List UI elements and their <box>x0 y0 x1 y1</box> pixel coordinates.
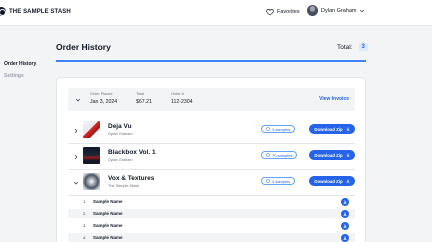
title-underline <box>56 60 366 62</box>
order-number-value: 112-2304 <box>171 99 193 105</box>
samples-count: 4 samples <box>272 178 291 184</box>
sample-wave-icon <box>266 127 270 131</box>
pack-cover-blackbox <box>83 147 100 164</box>
sample-row[interactable]: 3. Sample Name <box>68 221 355 230</box>
pack-cover-vox-textures <box>83 173 100 190</box>
order-total-value: $67.21 <box>136 99 152 105</box>
brand-name: THE SAMPLE STASH <box>9 8 71 15</box>
total-count-badge: 3 <box>358 43 368 51</box>
pack-name: Deja Vu <box>108 123 132 130</box>
sample-name: Sample Name <box>93 235 123 240</box>
row-divider <box>68 169 355 170</box>
chevron-right-icon[interactable] <box>73 128 79 134</box>
samples-count: 3 samples <box>272 126 291 132</box>
pack-cover-deja-vu <box>83 121 100 138</box>
sidebar-item-settings[interactable]: Settings <box>4 73 24 79</box>
avatar <box>307 5 318 16</box>
pack-artist: Dylan Graham <box>108 158 133 162</box>
download-zip-label: Download Zip <box>314 152 343 158</box>
view-invoice-link[interactable]: View Invoice <box>319 96 349 102</box>
brand[interactable]: THE SAMPLE STASH <box>0 7 71 16</box>
sample-row[interactable]: 1. Sample Name <box>68 197 355 206</box>
sample-wave-icon <box>266 153 270 157</box>
samples-count-badge[interactable]: 70 samples <box>261 151 298 159</box>
pack-row[interactable]: Deja Vu Dylan Graham 3 samples Download … <box>68 120 355 142</box>
download-zip-button[interactable]: Download Zip <box>309 176 355 186</box>
download-icon <box>343 223 347 228</box>
favorites-label: Favorites <box>277 9 300 15</box>
order-header[interactable]: Order Placed Jan 3, 2024 Total $67.21 Or… <box>68 88 355 111</box>
sample-name: Sample Name <box>93 199 123 204</box>
pack-name: Blackbox Vol. 1 <box>108 149 156 156</box>
order-placed-value: Jan 3, 2024 <box>90 99 118 105</box>
order-number: Order # 112-2304 <box>171 92 193 105</box>
samples-count-badge[interactable]: 3 samples <box>261 125 296 133</box>
user-name: Dylan Graham <box>321 7 357 14</box>
logo-icon <box>0 7 6 16</box>
download-icon <box>343 199 347 204</box>
row-divider <box>68 143 355 144</box>
sample-wave-icon <box>266 179 270 183</box>
order-card: Order Placed Jan 3, 2024 Total $67.21 Or… <box>56 77 366 242</box>
sample-row[interactable]: 4. Sample Name <box>68 233 355 242</box>
samples-count: 70 samples <box>272 152 293 158</box>
chevron-down-icon <box>360 9 365 12</box>
heart-icon <box>266 8 274 16</box>
sample-name: Sample Name <box>93 223 123 228</box>
download-icon <box>343 211 347 216</box>
download-icon <box>346 127 349 131</box>
order-total-count: Total: 3 <box>337 43 368 51</box>
download-icon <box>346 153 349 157</box>
pack-artist: Dylan Graham <box>108 132 133 136</box>
sample-number: 2. <box>83 211 87 216</box>
pack-name: Vox & Textures <box>108 175 155 182</box>
chevron-right-icon[interactable] <box>73 154 79 160</box>
user-menu[interactable]: Dylan Graham <box>307 5 365 16</box>
samples-count-badge[interactable]: 4 samples <box>261 177 296 185</box>
sample-download-button[interactable] <box>341 221 349 230</box>
sample-download-button[interactable] <box>341 197 349 206</box>
download-zip-button[interactable]: Download Zip <box>309 150 355 160</box>
pack-row[interactable]: Vox & Textures The Sample Stash 4 sample… <box>68 172 355 194</box>
top-navigation-bar: THE SAMPLE STASH Favorites Dylan Graham <box>0 0 432 26</box>
sidebar-item-order-history[interactable]: Order History <box>4 61 36 67</box>
favorites-link[interactable]: Favorites <box>266 8 300 16</box>
download-icon <box>346 179 349 183</box>
chevron-down-icon[interactable] <box>73 180 79 186</box>
order-placed-label: Order Placed <box>90 92 113 96</box>
download-zip-label: Download Zip <box>314 178 343 184</box>
sample-row[interactable]: 2. Sample Name <box>68 209 355 218</box>
pack-row[interactable]: Blackbox Vol. 1 Dylan Graham 70 samples … <box>68 146 355 168</box>
download-icon <box>343 235 347 240</box>
pack-artist: The Sample Stash <box>108 184 140 188</box>
download-zip-label: Download Zip <box>314 126 343 132</box>
order-placed: Order Placed Jan 3, 2024 <box>90 92 117 105</box>
sample-download-button[interactable] <box>341 209 349 218</box>
order-total: Total $67.21 <box>136 92 152 105</box>
sample-number: 4. <box>83 235 87 240</box>
sample-number: 3. <box>83 223 87 228</box>
row-divider <box>68 195 355 196</box>
order-total-label: Total <box>136 92 145 96</box>
sample-name: Sample Name <box>93 211 123 216</box>
chevron-down-icon[interactable] <box>75 97 81 103</box>
sample-download-button[interactable] <box>341 233 349 242</box>
total-label: Total: <box>337 43 353 51</box>
download-zip-button[interactable]: Download Zip <box>309 124 355 134</box>
page-title: Order History <box>56 42 111 52</box>
sample-number: 1. <box>83 199 87 204</box>
order-number-label: Order # <box>171 92 184 96</box>
